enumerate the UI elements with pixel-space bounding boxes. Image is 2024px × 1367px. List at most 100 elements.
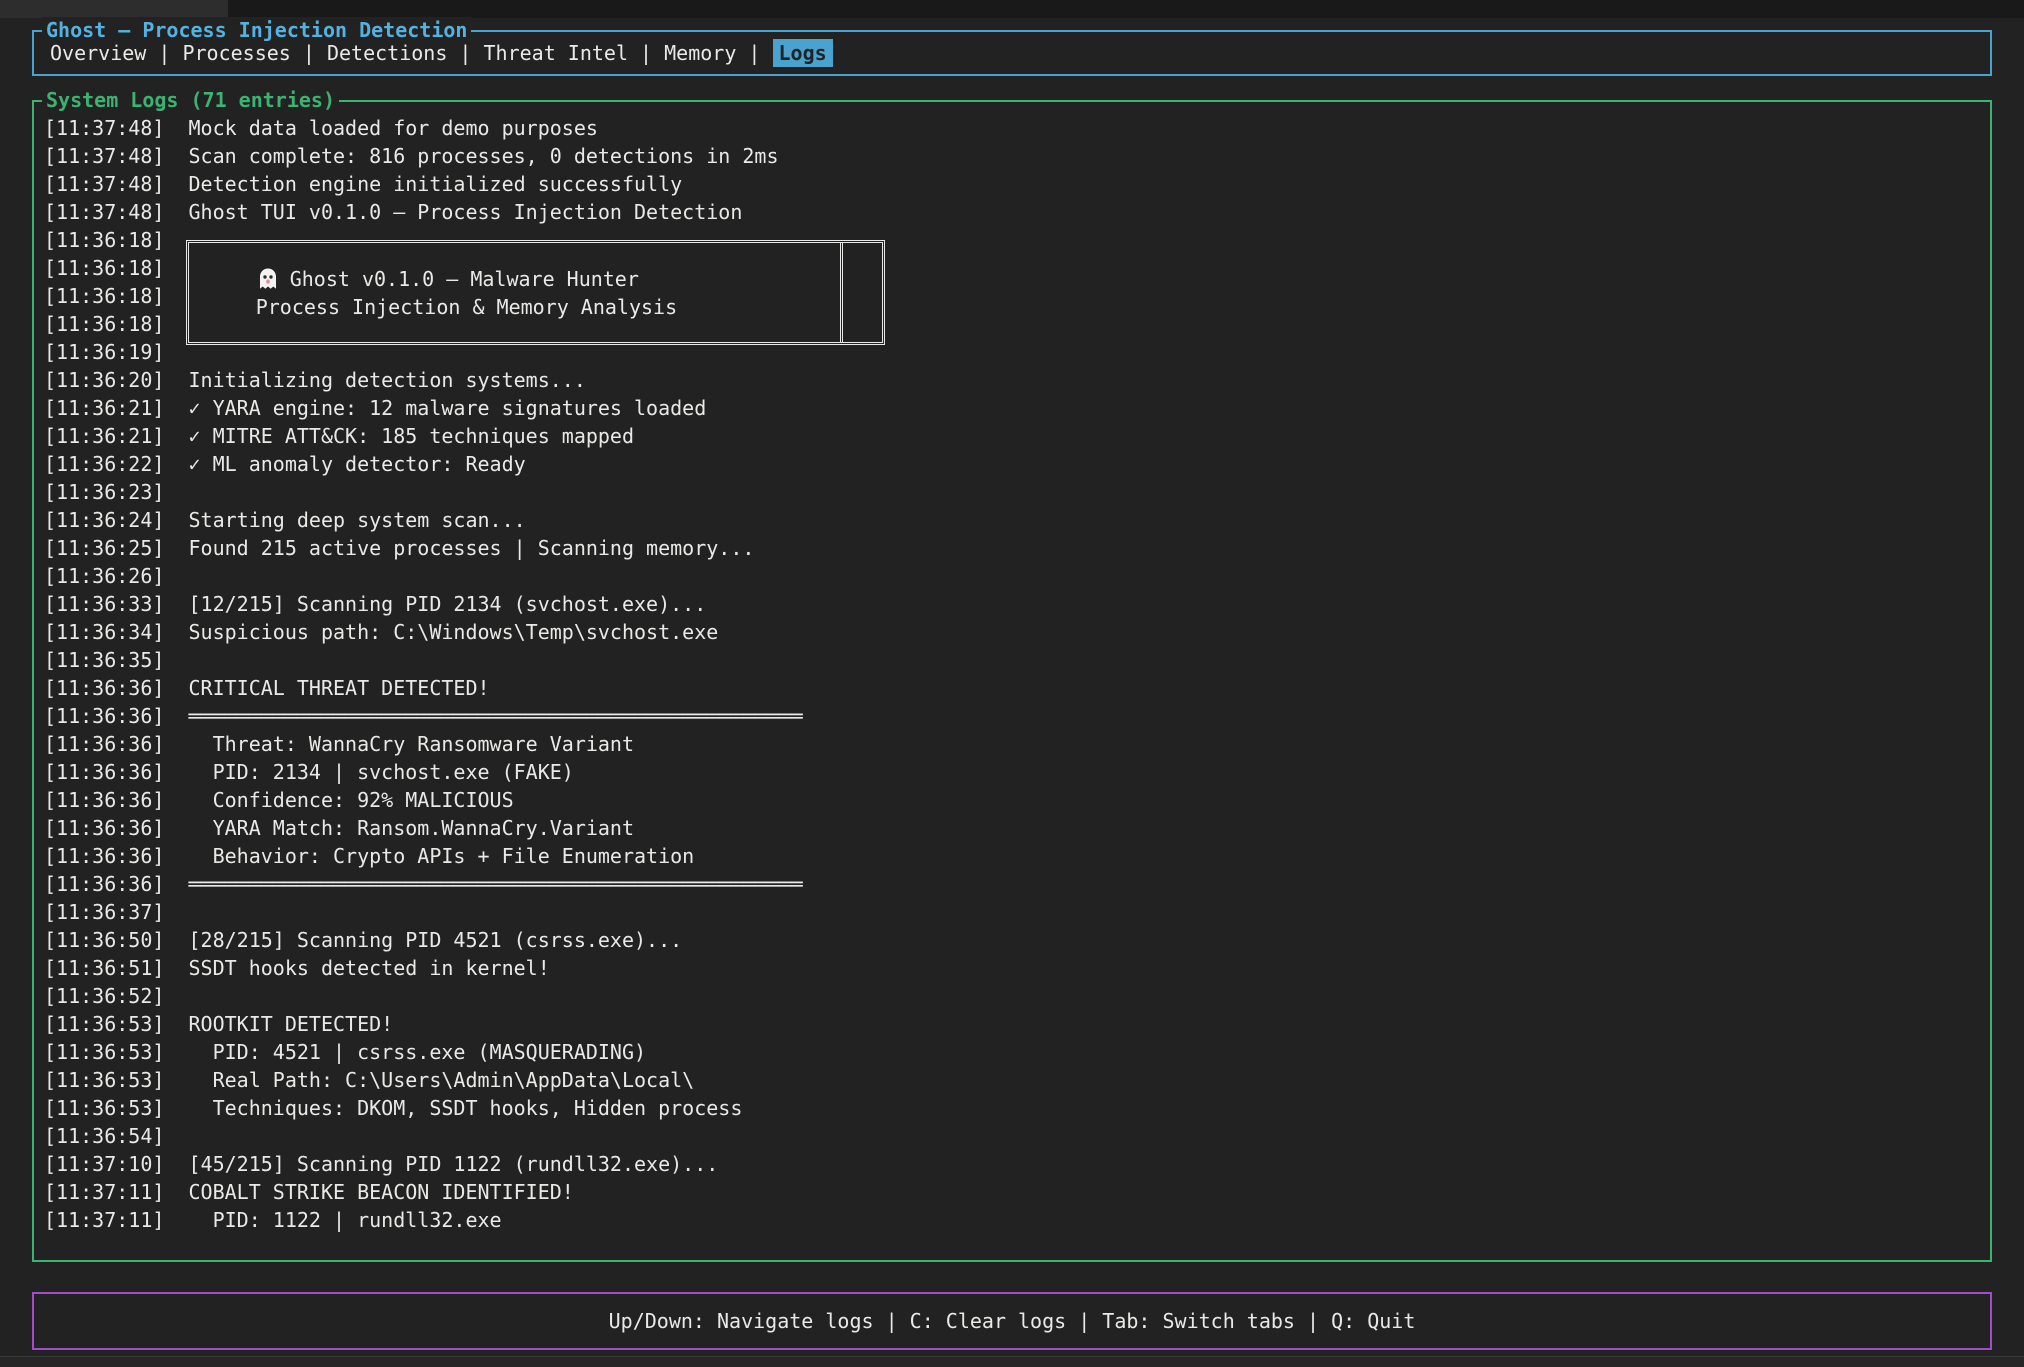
log-message: [12/215] Scanning PID 2134 (svchost.exe)… bbox=[189, 590, 707, 618]
log-timestamp: [11:36:21] bbox=[44, 394, 164, 422]
tab-processes[interactable]: Processes bbox=[182, 41, 290, 65]
log-timestamp: [11:36:51] bbox=[44, 954, 164, 982]
ghost-icon bbox=[256, 267, 280, 291]
log-row: [11:36:36] Confidence: 92% MALICIOUS bbox=[44, 786, 1990, 814]
log-row: [11:36:54] bbox=[44, 1122, 1990, 1150]
log-row: [11:36:36] YARA Match: Ransom.WannaCry.V… bbox=[44, 814, 1990, 842]
log-timestamp: [11:36:18] bbox=[44, 226, 164, 254]
system-logs-panel: System Logs (71 entries) Ghost v0.1.0 — … bbox=[32, 100, 1992, 1262]
log-message: CRITICAL THREAT DETECTED! bbox=[189, 674, 490, 702]
log-message: ════════════════════════════════════════… bbox=[189, 702, 803, 730]
log-row: [11:36:36] PID: 2134 | svchost.exe (FAKE… bbox=[44, 758, 1990, 786]
log-message: Starting deep system scan... bbox=[189, 506, 526, 534]
log-row: [11:36:37] bbox=[44, 898, 1990, 926]
log-timestamp: [11:36:50] bbox=[44, 926, 164, 954]
log-message: Behavior: Crypto APIs + File Enumeration bbox=[189, 842, 695, 870]
log-row: [11:36:21]✓ YARA engine: 12 malware sign… bbox=[44, 394, 1990, 422]
terminal-tab[interactable] bbox=[0, 0, 228, 18]
app-title: Ghost — Process Injection Detection bbox=[42, 17, 471, 43]
tab-detections[interactable]: Detections bbox=[327, 41, 447, 65]
log-timestamp: [11:36:36] bbox=[44, 730, 164, 758]
log-row: [11:37:48] Scan complete: 816 processes, … bbox=[44, 142, 1990, 170]
log-row: [11:36:52] bbox=[44, 982, 1990, 1010]
log-row: [11:37:48]Mock data loaded for demo purp… bbox=[44, 114, 1990, 142]
banner-line-1: Ghost v0.1.0 — Malware Hunter bbox=[256, 265, 882, 293]
ghost-banner: Ghost v0.1.0 — Malware Hunter Process In… bbox=[186, 240, 884, 345]
log-timestamp: [11:36:26] bbox=[44, 562, 164, 590]
log-timestamp: [11:36:53] bbox=[44, 1038, 164, 1066]
log-timestamp: [11:36:23] bbox=[44, 478, 164, 506]
log-timestamp: [11:36:34] bbox=[44, 618, 164, 646]
log-row: [11:36:20] Initializing detection systems… bbox=[44, 366, 1990, 394]
log-timestamp: [11:36:53] bbox=[44, 1066, 164, 1094]
log-message: Ghost TUI v0.1.0 — Process Injection Det… bbox=[189, 198, 743, 226]
log-timestamp: [11:36:36] bbox=[44, 702, 164, 730]
status-help-text: Up/Down: Navigate logs | C: Clear logs |… bbox=[34, 1294, 1990, 1348]
log-row: [11:37:11] PID: 1122 | rundll32.exe bbox=[44, 1206, 1990, 1234]
log-message: Threat: WannaCry Ransomware Variant bbox=[189, 730, 635, 758]
log-message: SSDT hooks detected in kernel! bbox=[189, 954, 550, 982]
log-row: [11:36:33] [12/215] Scanning PID 2134 (sv… bbox=[44, 590, 1990, 618]
log-timestamp: [11:37:11] bbox=[44, 1206, 164, 1234]
log-message: Found 215 active processes | Scanning me… bbox=[189, 534, 755, 562]
log-row: [11:36:51] SSDT hooks detected in kernel! bbox=[44, 954, 1990, 982]
log-message: PID: 2134 | svchost.exe (FAKE) bbox=[189, 758, 574, 786]
log-message: Scan complete: 816 processes, 0 detectio… bbox=[189, 142, 779, 170]
log-row: [11:37:11]COBALT STRIKE BEACON IDENTIFIE… bbox=[44, 1178, 1990, 1206]
log-row: [11:36:53] Real Path: C:\Users\Admin\App… bbox=[44, 1066, 1990, 1094]
log-timestamp: [11:36:36] bbox=[44, 758, 164, 786]
banner-subtitle: Process Injection & Memory Analysis bbox=[256, 293, 677, 321]
log-row: [11:37:48]Ghost TUI v0.1.0 — Process Inj… bbox=[44, 198, 1990, 226]
log-timestamp: [11:36:36] bbox=[44, 842, 164, 870]
tab-threat-intel[interactable]: Threat Intel bbox=[484, 41, 629, 65]
log-message: Confidence: 92% MALICIOUS bbox=[189, 786, 514, 814]
log-message: ════════════════════════════════════════… bbox=[189, 870, 803, 898]
log-timestamp: [11:36:18] bbox=[44, 282, 164, 310]
log-message: ROOTKIT DETECTED! bbox=[189, 1010, 394, 1038]
tab-memory[interactable]: Memory bbox=[664, 41, 736, 65]
log-message: Suspicious path: C:\Windows\Temp\svchost… bbox=[189, 618, 719, 646]
log-row: [11:36:36] ══════════════════════════════… bbox=[44, 702, 1990, 730]
log-message: PID: 4521 | csrss.exe (MASQUERADING) bbox=[189, 1038, 647, 1066]
log-row: [11:37:48]Detection engine initialized s… bbox=[44, 170, 1990, 198]
log-timestamp: [11:36:20] bbox=[44, 366, 164, 394]
log-timestamp: [11:37:48] bbox=[44, 142, 164, 170]
log-row: [11:36:53] Techniques: DKOM, SSDT hooks,… bbox=[44, 1094, 1990, 1122]
tab-logs[interactable]: Logs bbox=[773, 39, 833, 67]
log-timestamp: [11:37:10] bbox=[44, 1150, 164, 1178]
log-message: [28/215] Scanning PID 4521 (csrss.exe)..… bbox=[189, 926, 683, 954]
banner-title: Ghost v0.1.0 — Malware Hunter bbox=[290, 265, 639, 293]
log-message: ✓ ML anomaly detector: Ready bbox=[189, 450, 526, 478]
log-message: Real Path: C:\Users\Admin\AppData\Local\ bbox=[189, 1066, 695, 1094]
log-message: Mock data loaded for demo purposes bbox=[189, 114, 598, 142]
tab-separator: | bbox=[291, 41, 327, 65]
tab-separator: | bbox=[736, 41, 772, 65]
log-row: [11:36:50] [28/215] Scanning PID 4521 (cs… bbox=[44, 926, 1990, 954]
log-timestamp: [11:36:18] bbox=[44, 254, 164, 282]
log-timestamp: [11:37:11] bbox=[44, 1178, 164, 1206]
tabs-panel: Ghost — Process Injection Detection Over… bbox=[32, 30, 1992, 76]
log-timestamp: [11:36:18] bbox=[44, 310, 164, 338]
log-message: PID: 1122 | rundll32.exe bbox=[189, 1206, 502, 1234]
terminal-titlebar bbox=[0, 0, 2024, 18]
log-list[interactable]: Ghost v0.1.0 — Malware Hunter Process In… bbox=[34, 102, 1990, 1260]
tab-overview[interactable]: Overview bbox=[50, 41, 146, 65]
log-row: [11:36:34] Suspicious path: C:\Windows\Te… bbox=[44, 618, 1990, 646]
log-timestamp: [11:36:36] bbox=[44, 870, 164, 898]
log-row: [11:37:10][45/215] Scanning PID 1122 (ru… bbox=[44, 1150, 1990, 1178]
log-row: [11:36:36] ══════════════════════════════… bbox=[44, 870, 1990, 898]
log-timestamp: [11:36:19] bbox=[44, 338, 164, 366]
log-timestamp: [11:36:33] bbox=[44, 590, 164, 618]
log-timestamp: [11:36:37] bbox=[44, 898, 164, 926]
log-timestamp: [11:36:36] bbox=[44, 814, 164, 842]
tab-bar: Overview | Processes | Detections | Thre… bbox=[50, 41, 833, 65]
log-timestamp: [11:36:36] bbox=[44, 674, 164, 702]
banner-divider bbox=[840, 243, 843, 342]
log-message: Initializing detection systems... bbox=[189, 366, 586, 394]
log-timestamp: [11:36:52] bbox=[44, 982, 164, 1010]
log-timestamp: [11:36:54] bbox=[44, 1122, 164, 1150]
tab-separator: | bbox=[447, 41, 483, 65]
log-row: [11:36:36] CRITICAL THREAT DETECTED! bbox=[44, 674, 1990, 702]
log-row: [11:36:25]Found 215 active processes | S… bbox=[44, 534, 1990, 562]
log-row: [11:36:21]✓ MITRE ATT&CK: 185 techniques… bbox=[44, 422, 1990, 450]
